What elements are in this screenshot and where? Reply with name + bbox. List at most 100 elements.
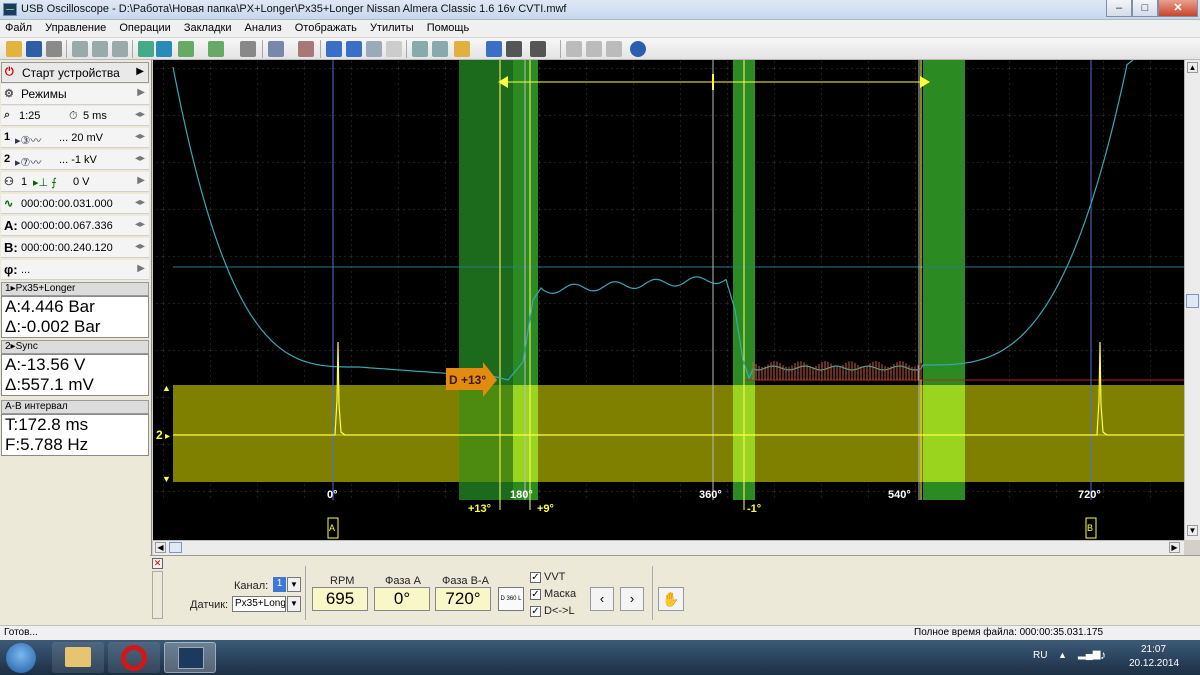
clock-time[interactable]: 21:07: [1141, 644, 1166, 655]
explorer-taskbar-button[interactable]: [52, 642, 104, 673]
degree-label-0: 0°: [327, 489, 338, 501]
cursor-a-tag-label: A: [329, 523, 335, 533]
stepper-icon[interactable]: ◂▸: [135, 153, 145, 164]
modes-icon: ⚙: [4, 88, 14, 100]
menu-bookmarks[interactable]: Закладки: [179, 20, 237, 37]
marker-icon[interactable]: [138, 41, 154, 57]
cut-icon[interactable]: [112, 41, 128, 57]
layout-icon[interactable]: [586, 41, 602, 57]
undo-icon[interactable]: [240, 41, 256, 57]
maximize-button[interactable]: □: [1132, 0, 1158, 17]
zoom-row[interactable]: ⌕ 1:25 ⏱ 5 ms ◂▸: [1, 106, 149, 126]
stepper-icon[interactable]: ◂▸: [135, 219, 145, 230]
language-indicator[interactable]: RU: [1033, 650, 1047, 661]
menu-help[interactable]: Помощь: [422, 20, 475, 37]
stepper-icon[interactable]: ◂▸: [135, 131, 145, 142]
scroll-right-icon[interactable]: ▶: [1169, 542, 1180, 553]
prev-arrow-button[interactable]: ‹: [590, 587, 614, 611]
start-button-icon[interactable]: [6, 643, 36, 673]
waveform-alt-icon[interactable]: [208, 41, 224, 57]
stepper-icon[interactable]: ◂▸: [135, 197, 145, 208]
panel-pin-icon[interactable]: [152, 571, 163, 619]
check-outline-icon[interactable]: [366, 41, 382, 57]
ab-period-value: T:172.8 ms: [5, 415, 89, 434]
scroll-down-icon[interactable]: ▼: [1187, 525, 1198, 536]
save-icon[interactable]: [26, 41, 42, 57]
ch2-zone-bottom-marker: ▼: [162, 474, 171, 484]
sensor-dropdown-icon[interactable]: ▼: [287, 596, 301, 612]
start-device-button[interactable]: ⏻ Старт устройства ▶: [1, 62, 149, 83]
menu-file[interactable]: Файл: [0, 20, 37, 37]
check-all-icon[interactable]: [346, 41, 362, 57]
filter-icon[interactable]: [298, 41, 314, 57]
channel-1-row[interactable]: 1 ▸③〰 ... 20 mV ◂▸: [1, 128, 149, 148]
scroll-thumb[interactable]: [1186, 294, 1199, 308]
menu-operations[interactable]: Операции: [114, 20, 175, 37]
print-icon[interactable]: [46, 41, 62, 57]
paste-icon[interactable]: [92, 41, 108, 57]
sensor-select[interactable]: Px35+Longer: [232, 596, 286, 612]
d360l-button[interactable]: D 360 L: [498, 587, 524, 611]
left-panel: ⏻ Старт устройства ▶ ⚙ Режимы ▶ ⌕ 1:25 ⏱…: [0, 60, 152, 626]
cursor-a-row[interactable]: A: 000:00:00.067.336 ◂▸: [1, 216, 149, 236]
mask-checkbox[interactable]: ✓: [530, 589, 541, 600]
scroll-up-icon[interactable]: ▲: [1187, 62, 1198, 73]
dl-checkbox[interactable]: ✓: [530, 606, 541, 617]
copy-icon[interactable]: [72, 41, 88, 57]
cursor-b-row[interactable]: B: 000:00:00.240.120 ◂▸: [1, 238, 149, 258]
menu-analysis[interactable]: Анализ: [240, 20, 287, 37]
toolbar-separator: [66, 40, 67, 58]
window-icon[interactable]: [566, 41, 582, 57]
select-icon[interactable]: [412, 41, 428, 57]
oscilloscope-taskbar-button[interactable]: [164, 642, 216, 673]
page-icon[interactable]: [386, 41, 402, 57]
oscilloscope-display[interactable]: D +13° 2 ▸ ▲ ▼ 0° 180° 360° 540° 720° +1…: [153, 60, 1184, 540]
menu-bar: Файл Управление Операции Закладки Анализ…: [0, 20, 1200, 38]
open-file-icon[interactable]: [6, 41, 22, 57]
menu-control[interactable]: Управление: [40, 20, 111, 37]
close-button[interactable]: ✕: [1158, 0, 1198, 17]
scroll-left-icon[interactable]: ◀: [155, 542, 166, 553]
play-icon[interactable]: [486, 41, 502, 57]
channel-select-value[interactable]: 1: [273, 577, 286, 592]
volume-icon[interactable]: ♪: [1100, 648, 1106, 662]
check-icon[interactable]: [326, 41, 342, 57]
timebase-value: 5 ms: [83, 110, 107, 122]
channel-2-row[interactable]: 2 ▸⑦〰 ... -1 kV ◂▸: [1, 150, 149, 170]
modes-button[interactable]: ⚙ Режимы ▶: [1, 84, 149, 105]
vertical-scrollbar[interactable]: ▲ ▼: [1184, 60, 1200, 540]
next-arrow-button[interactable]: ›: [620, 587, 644, 611]
horizontal-scrollbar[interactable]: ◀ ▶: [153, 540, 1184, 555]
menu-utilities[interactable]: Утилиты: [365, 20, 419, 37]
tray-arrow-icon[interactable]: ▲: [1058, 650, 1067, 660]
opera-taskbar-button[interactable]: [108, 642, 160, 673]
network-icon[interactable]: ▂▄▆: [1078, 649, 1100, 660]
channel-2-header: 2▸Sync: [1, 340, 149, 354]
time-offset-row[interactable]: ∿ 000:00:00.031.000 ◂▸: [1, 194, 149, 214]
stepper-icon[interactable]: ◂▸: [135, 241, 145, 252]
waveform-icon[interactable]: [178, 41, 194, 57]
arrow-right-icon: ▶: [137, 263, 145, 274]
grid-icon[interactable]: [432, 41, 448, 57]
close-view-icon[interactable]: [606, 41, 622, 57]
vvt-checkbox[interactable]: ✓: [530, 572, 541, 583]
h-scroll-thumb[interactable]: [169, 542, 182, 553]
clock-date[interactable]: 20.12.2014: [1129, 658, 1179, 669]
hand-tool-icon[interactable]: ✋: [658, 587, 684, 611]
menu-display[interactable]: Отображать: [290, 20, 362, 37]
cursor-icon[interactable]: [156, 41, 172, 57]
bookmark-icon[interactable]: [454, 41, 470, 57]
phase-row[interactable]: φ: ... ▶: [1, 260, 149, 280]
help-icon[interactable]: [630, 41, 646, 57]
stepper-icon[interactable]: ◂▸: [135, 109, 145, 120]
stop-icon[interactable]: [506, 41, 522, 57]
cursor-b-label: B:: [4, 240, 18, 255]
ch2-marker-arrow: ▸: [165, 431, 170, 442]
close-panel-icon[interactable]: ✕: [152, 558, 163, 569]
channel-dropdown-icon[interactable]: ▼: [287, 577, 301, 592]
channel-settings-icon: ▸③〰: [15, 135, 42, 147]
trigger-row[interactable]: ⚇ 1 ▸⊥ ⨍ 0 V ▶: [1, 172, 149, 192]
minimize-button[interactable]: –: [1106, 0, 1132, 17]
zoom-icon[interactable]: [268, 41, 284, 57]
display-mode-icon[interactable]: [530, 41, 546, 57]
